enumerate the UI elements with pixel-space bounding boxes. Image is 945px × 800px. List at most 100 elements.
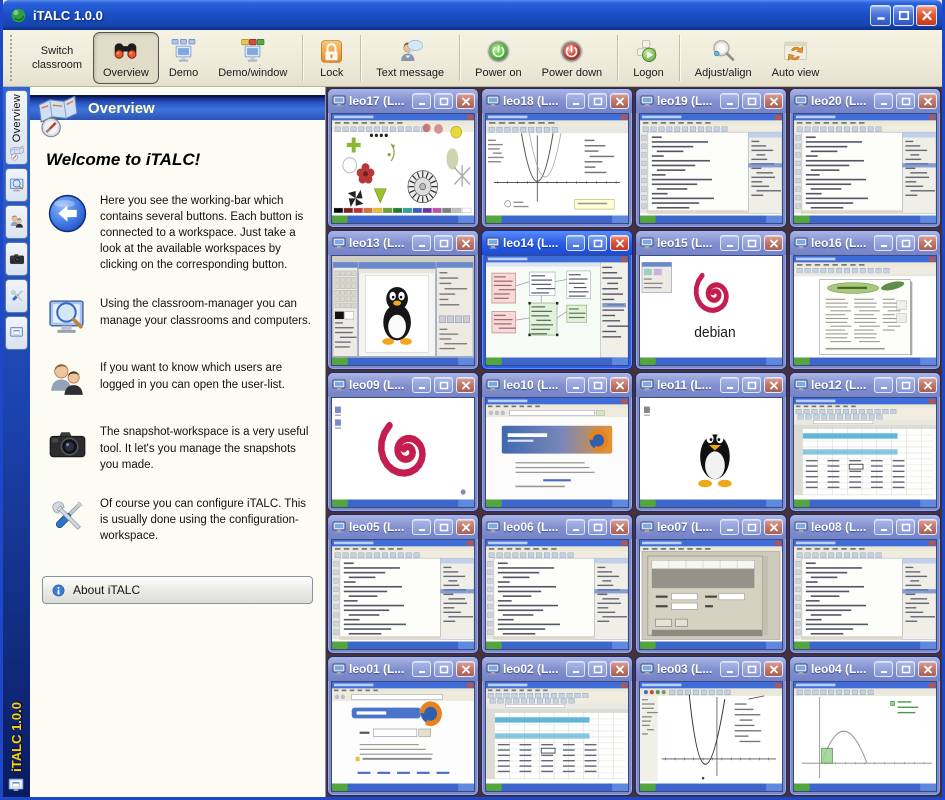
client-window-leo12[interactable]: leo12 (L...: [789, 372, 941, 512]
client-close-button[interactable]: [918, 661, 937, 677]
client-titlebar[interactable]: leo04 (L...: [790, 657, 940, 681]
client-maximize-button[interactable]: [896, 377, 915, 393]
client-maximize-button[interactable]: [434, 377, 453, 393]
client-titlebar[interactable]: leo03 (L...: [636, 657, 786, 681]
client-minimize-button[interactable]: [412, 377, 431, 393]
client-maximize-button[interactable]: [434, 235, 453, 251]
client-close-button[interactable]: [610, 235, 629, 251]
toolbar-button-text-message[interactable]: Text message: [366, 32, 454, 84]
toolbar-button-switch-classroom[interactable]: Switch classroom: [21, 32, 93, 84]
client-titlebar[interactable]: leo01 (L...: [328, 657, 478, 681]
client-close-button[interactable]: [764, 519, 783, 535]
toolbar-button-logon[interactable]: Logon: [623, 32, 674, 84]
sidebar-tab-user-list[interactable]: [5, 205, 28, 239]
client-screen-thumbnail[interactable]: [793, 681, 937, 792]
client-window-leo03[interactable]: leo03 (L...: [635, 656, 787, 796]
client-titlebar[interactable]: leo10 (L...: [482, 373, 632, 397]
client-window-leo08[interactable]: leo08 (L...: [789, 514, 941, 654]
client-maximize-button[interactable]: [896, 93, 915, 109]
client-titlebar[interactable]: leo15 (L...: [636, 231, 786, 255]
client-titlebar[interactable]: leo07 (L...: [636, 515, 786, 539]
minimize-button[interactable]: [870, 5, 891, 26]
client-close-button[interactable]: [456, 93, 475, 109]
client-window-leo20[interactable]: leo20 (L...: [789, 88, 941, 228]
toolbar-button-overview[interactable]: Overview: [93, 32, 159, 84]
client-titlebar[interactable]: leo20 (L...: [790, 89, 940, 113]
client-minimize-button[interactable]: [874, 235, 893, 251]
client-window-leo10[interactable]: leo10 (L...: [481, 372, 633, 512]
client-minimize-button[interactable]: [720, 661, 739, 677]
client-window-leo04[interactable]: leo04 (L...: [789, 656, 941, 796]
client-screen-thumbnail[interactable]: [639, 681, 783, 792]
client-maximize-button[interactable]: [742, 661, 761, 677]
client-window-leo11[interactable]: leo11 (L...: [635, 372, 787, 512]
client-window-leo17[interactable]: leo17 (L...: [327, 88, 479, 228]
client-window-leo19[interactable]: leo19 (L...: [635, 88, 787, 228]
client-screen-thumbnail[interactable]: [793, 397, 937, 508]
client-titlebar[interactable]: leo18 (L...: [482, 89, 632, 113]
client-close-button[interactable]: [456, 377, 475, 393]
sidebar-tab-support[interactable]: [5, 316, 28, 350]
client-window-leo09[interactable]: leo09 (L...: [327, 372, 479, 512]
client-minimize-button[interactable]: [566, 93, 585, 109]
client-titlebar[interactable]: leo14 (L...: [482, 231, 632, 255]
toolbar-button-power-down[interactable]: Power down: [532, 32, 613, 84]
client-maximize-button[interactable]: [742, 235, 761, 251]
client-screen-thumbnail[interactable]: [485, 113, 629, 224]
client-close-button[interactable]: [610, 377, 629, 393]
client-window-leo14[interactable]: leo14 (L...: [481, 230, 633, 370]
client-window-leo18[interactable]: leo18 (L...: [481, 88, 633, 228]
client-titlebar[interactable]: leo12 (L...: [790, 373, 940, 397]
client-minimize-button[interactable]: [566, 377, 585, 393]
toolbar-button-demo[interactable]: Demo: [159, 32, 208, 84]
client-screen-thumbnail[interactable]: [639, 397, 783, 508]
client-titlebar[interactable]: leo05 (L...: [328, 515, 478, 539]
toolbar-button-auto-view[interactable]: Auto view: [762, 32, 830, 84]
client-screen-thumbnail[interactable]: [485, 681, 629, 792]
client-minimize-button[interactable]: [874, 519, 893, 535]
client-close-button[interactable]: [610, 519, 629, 535]
close-button[interactable]: [916, 5, 937, 26]
client-maximize-button[interactable]: [896, 661, 915, 677]
client-maximize-button[interactable]: [742, 93, 761, 109]
client-window-leo16[interactable]: leo16 (L...: [789, 230, 941, 370]
client-close-button[interactable]: [456, 235, 475, 251]
client-minimize-button[interactable]: [566, 661, 585, 677]
toolbar-button-demo-window[interactable]: Demo/window: [208, 32, 297, 84]
client-close-button[interactable]: [456, 519, 475, 535]
client-screen-thumbnail[interactable]: [639, 113, 783, 224]
client-maximize-button[interactable]: [434, 93, 453, 109]
client-close-button[interactable]: [764, 235, 783, 251]
client-close-button[interactable]: [764, 93, 783, 109]
client-screen-thumbnail[interactable]: [793, 539, 937, 650]
client-close-button[interactable]: [918, 377, 937, 393]
client-titlebar[interactable]: leo02 (L...: [482, 657, 632, 681]
client-minimize-button[interactable]: [720, 377, 739, 393]
client-close-button[interactable]: [610, 93, 629, 109]
client-titlebar[interactable]: leo16 (L...: [790, 231, 940, 255]
toolbar-button-lock[interactable]: Lock: [308, 32, 355, 84]
client-maximize-button[interactable]: [588, 519, 607, 535]
client-minimize-button[interactable]: [720, 235, 739, 251]
toolbar-button-power-on[interactable]: Power on: [465, 32, 531, 84]
client-minimize-button[interactable]: [874, 93, 893, 109]
client-window-leo01[interactable]: leo01 (L...: [327, 656, 479, 796]
window-titlebar[interactable]: iTALC 1.0.0: [3, 0, 942, 30]
client-maximize-button[interactable]: [588, 661, 607, 677]
sidebar-tab-configuration[interactable]: [5, 279, 28, 313]
client-titlebar[interactable]: leo08 (L...: [790, 515, 940, 539]
client-close-button[interactable]: [764, 661, 783, 677]
client-minimize-button[interactable]: [412, 519, 431, 535]
client-close-button[interactable]: [764, 377, 783, 393]
client-window-leo07[interactable]: leo07 (L...: [635, 514, 787, 654]
client-maximize-button[interactable]: [742, 519, 761, 535]
client-maximize-button[interactable]: [588, 235, 607, 251]
client-screen-thumbnail[interactable]: [485, 397, 629, 508]
client-minimize-button[interactable]: [412, 235, 431, 251]
sidebar-tab-snapshots[interactable]: [5, 242, 28, 276]
about-italc-button[interactable]: About iTALC: [42, 576, 313, 604]
client-minimize-button[interactable]: [720, 93, 739, 109]
sidebar-tab-overview[interactable]: Overview: [5, 90, 28, 165]
maximize-button[interactable]: [893, 5, 914, 26]
client-titlebar[interactable]: leo11 (L...: [636, 373, 786, 397]
